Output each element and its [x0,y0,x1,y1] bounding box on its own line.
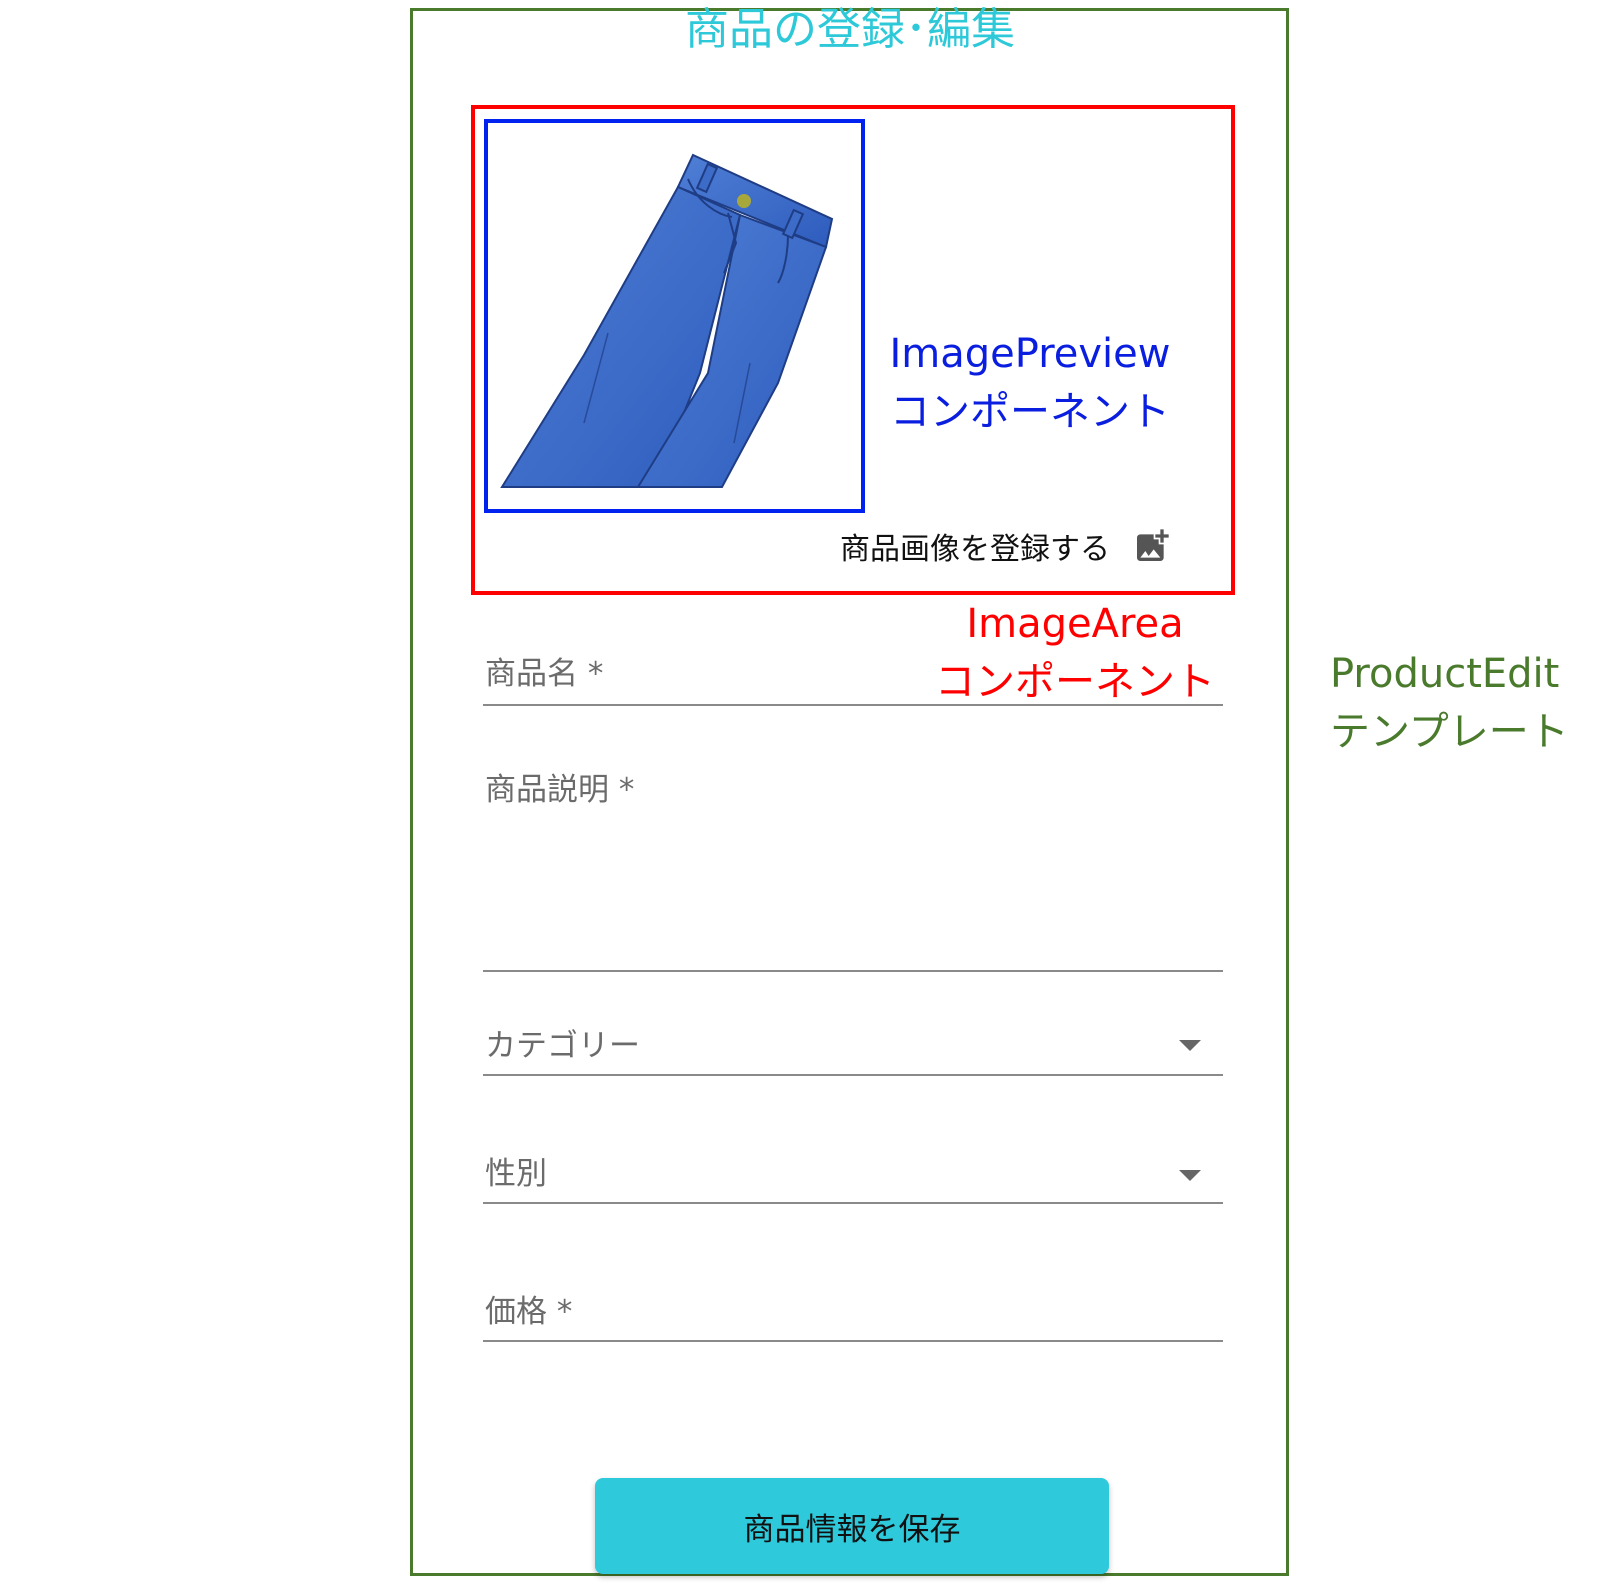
page-title: 商品の登録･編集 [685,4,1015,55]
gender-label: 性別 [485,1156,547,1192]
category-label: カテゴリー [485,1028,640,1064]
upload-image-label: 商品画像を登録する [840,532,1110,567]
image-preview-annotation-line2: コンポーネント [890,389,1170,435]
save-product-button[interactable]: 商品情報を保存 [595,1478,1109,1574]
gender-dropdown-icon [1179,1170,1201,1181]
product-name-field[interactable]: 商品名 * [483,640,1223,706]
jeans-image [500,153,834,488]
product-edit-annotation: ProductEdit テンプレート [1330,645,1600,761]
price-label: 価格 * [485,1294,573,1330]
product-edit-annotation-line1: ProductEdit [1330,651,1560,697]
price-field[interactable]: 価格 * [483,1276,1223,1342]
image-preview [484,119,865,513]
upload-image-button[interactable]: 商品画像を登録する [840,520,1172,572]
image-preview-annotation-line1: ImagePreview [889,331,1171,377]
category-select[interactable]: カテゴリー [483,1010,1223,1076]
image-preview-annotation: ImagePreview コンポーネント [870,325,1190,441]
product-description-label: 商品説明 * [485,772,635,808]
add-photo-icon [1137,529,1169,561]
gender-select[interactable]: 性別 [483,1140,1223,1204]
product-edit-screen: 商品の登録･編集 ImagePreview コンポーネント 商品画像を登録する … [0,0,1616,1584]
product-description-field[interactable]: 商品説明 * [483,750,1223,972]
category-dropdown-icon [1179,1040,1201,1051]
product-name-label: 商品名 * [485,656,604,692]
product-edit-annotation-line2: テンプレート [1330,709,1569,755]
